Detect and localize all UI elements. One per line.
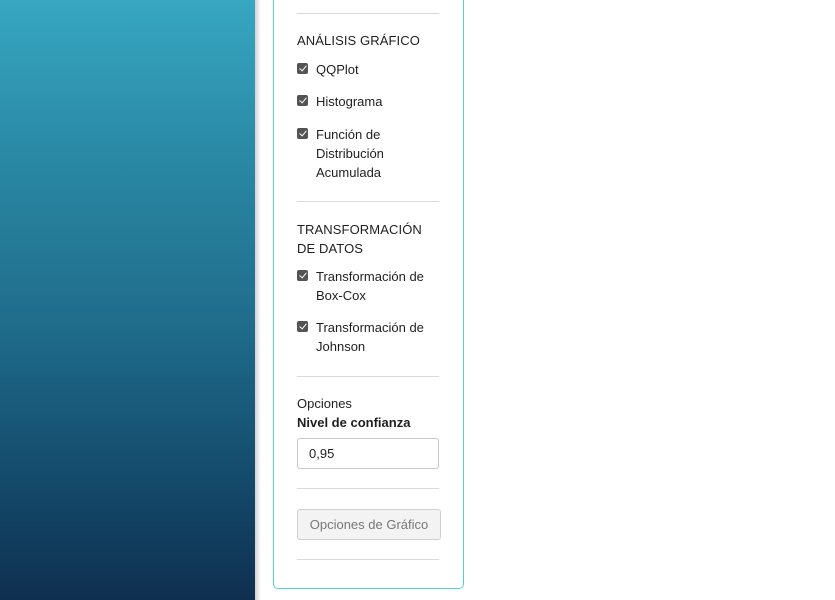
options-heading: Opciones: [297, 396, 352, 411]
checkbox-cumulative-distribution[interactable]: Función de Distribución Acumulada: [297, 125, 442, 183]
divider: [297, 201, 439, 202]
checkbox-checked-icon[interactable]: [297, 128, 308, 139]
chart-options-button[interactable]: Opciones de Gráfico: [297, 509, 441, 540]
checkbox-label: Transformación de Box-Cox: [316, 269, 424, 303]
checkbox-label: QQPlot: [316, 62, 359, 77]
checkbox-checked-icon[interactable]: [297, 321, 308, 332]
sidebar-shadow: [255, 0, 261, 600]
data-transformation-heading: TRANSFORMACIÓN DE DATOS: [297, 222, 422, 256]
checkbox-checked-icon[interactable]: [297, 63, 308, 74]
divider: [297, 13, 439, 14]
confidence-level-label: Nivel de confianza: [297, 415, 411, 430]
confidence-level-input[interactable]: 0,95: [297, 438, 439, 469]
checkbox-label: Transformación de Johnson: [316, 320, 424, 354]
checkbox-checked-icon[interactable]: [297, 95, 308, 106]
checkbox-checked-icon[interactable]: [297, 270, 308, 281]
checkbox-histogram[interactable]: Histograma: [297, 92, 442, 112]
checkbox-box-cox[interactable]: Transformación de Box-Cox: [297, 267, 442, 306]
checkbox-qqplot[interactable]: QQPlot: [297, 60, 442, 80]
divider: [297, 488, 439, 489]
checkbox-johnson[interactable]: Transformación de Johnson: [297, 318, 442, 357]
divider: [297, 559, 439, 560]
checkbox-label: Función de Distribución Acumulada: [316, 127, 384, 180]
sidebar-background: [0, 0, 255, 600]
divider: [297, 376, 439, 377]
graphic-analysis-heading: ANÁLISIS GRÁFICO: [297, 33, 420, 48]
checkbox-label: Histograma: [316, 94, 383, 109]
